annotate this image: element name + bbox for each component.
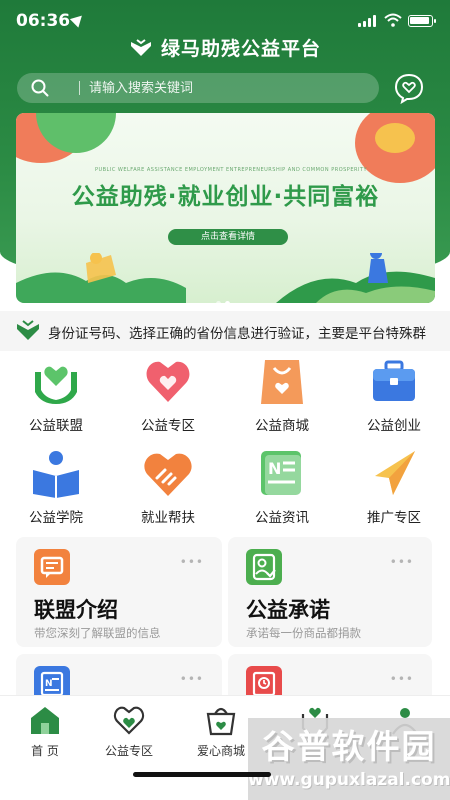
banner-pagination xyxy=(216,291,234,303)
grid-label: 公益商城 xyxy=(255,418,309,434)
more-icon[interactable]: ••• xyxy=(180,672,204,686)
wifi-icon xyxy=(384,13,402,27)
grid-label: 公益创业 xyxy=(367,418,421,434)
home-indicator[interactable] xyxy=(133,772,271,777)
grid-label: 公益专区 xyxy=(141,418,195,434)
message-icon xyxy=(34,549,70,585)
notice-text: 身份证号码、选择正确的省份信息进行验证，主要是平台特殊群 xyxy=(48,326,426,342)
battery-icon xyxy=(408,15,436,27)
news-icon: N xyxy=(261,451,301,495)
grid-label: 就业帮扶 xyxy=(141,510,195,526)
briefcase-icon xyxy=(373,360,415,401)
grid-item-academy[interactable]: 公益学院 xyxy=(0,448,112,526)
more-icon[interactable]: ••• xyxy=(180,555,204,569)
banner-detail-button[interactable]: 点击查看详情 xyxy=(168,229,288,245)
grid-item-employment[interactable]: 就业帮扶 xyxy=(112,448,224,526)
grid-label: 公益资讯 xyxy=(255,510,309,526)
user-check-icon xyxy=(246,549,282,585)
tab-charity-zone[interactable]: 公益专区 xyxy=(84,704,174,759)
grid-item-mall[interactable]: 公益商城 xyxy=(226,356,338,434)
heart-icon xyxy=(113,706,145,735)
tab-home[interactable]: 首 页 xyxy=(0,704,90,759)
grid-item-alliance[interactable]: 公益联盟 xyxy=(0,356,112,434)
svg-text:N: N xyxy=(268,459,281,478)
grid-label: 公益联盟 xyxy=(29,418,83,434)
shopping-bag-icon xyxy=(261,360,303,404)
grid-item-entrepreneurship[interactable]: 公益创业 xyxy=(338,356,450,434)
grid-label: 公益学院 xyxy=(29,510,83,526)
location-arrow-icon xyxy=(69,11,87,28)
book-reader-icon xyxy=(33,451,79,498)
card-title: 联盟介绍 xyxy=(34,598,118,622)
card-subtitle: 带您深刻了解联盟的信息 xyxy=(34,626,161,640)
cellular-signal-icon xyxy=(358,15,378,27)
hands-heart-icon xyxy=(35,366,77,404)
banner-subtitle: PUBLIC WELFARE ASSISTANCE EMPLOYMENT ENT… xyxy=(94,167,368,173)
search-icon[interactable] xyxy=(31,79,49,97)
tab-label: 首 页 xyxy=(31,744,59,758)
svg-text:N: N xyxy=(45,679,53,689)
message-heart-button[interactable] xyxy=(393,72,425,104)
heart-icon xyxy=(146,361,190,402)
app-logo-icon xyxy=(17,320,39,340)
search-input[interactable] xyxy=(89,77,369,99)
card-alliance-intro[interactable]: ••• 联盟介绍 带您深刻了解联盟的信息 xyxy=(16,537,222,647)
grid-item-news[interactable]: N 公益资讯 xyxy=(226,448,338,526)
card-commitment[interactable]: ••• 公益承诺 承诺每一份商品都捐款 xyxy=(228,537,432,647)
watermark: 谷普软件园 www.gupuxlazal.com xyxy=(248,718,450,800)
app-logo-icon xyxy=(130,39,151,56)
banner-decoration xyxy=(375,123,415,153)
handshake-icon xyxy=(144,453,192,496)
status-time: 06:36 xyxy=(16,11,71,31)
promo-banner[interactable]: PUBLIC WELFARE ASSISTANCE EMPLOYMENT ENT… xyxy=(16,113,435,303)
home-icon xyxy=(31,707,59,734)
basket-icon xyxy=(206,707,236,736)
card-subtitle: 承诺每一份商品都捐款 xyxy=(246,626,361,640)
banner-title: 公益助残·就业创业·共同富裕 xyxy=(71,184,380,210)
app-title-text: 绿马助残公益平台 xyxy=(160,38,321,60)
app-title: 绿马助残公益平台 xyxy=(0,34,450,64)
grid-label: 推广专区 xyxy=(367,510,421,526)
watermark-title: 谷普软件园 xyxy=(261,727,437,766)
more-icon[interactable]: ••• xyxy=(390,555,414,569)
card-title: 公益承诺 xyxy=(246,598,330,622)
tab-label: 公益专区 xyxy=(104,744,153,758)
search-divider xyxy=(79,81,80,95)
notice-bar[interactable]: 身份证号码、选择正确的省份信息进行验证，主要是平台特殊群 xyxy=(0,311,450,351)
paper-plane-icon xyxy=(375,451,415,495)
grid-item-charity-zone[interactable]: 公益专区 xyxy=(112,356,224,434)
grid-item-promotion[interactable]: 推广专区 xyxy=(338,448,450,526)
more-icon[interactable]: ••• xyxy=(390,672,414,686)
watermark-url: www.gupuxlazal.com xyxy=(248,770,450,790)
search-bar[interactable] xyxy=(17,73,379,103)
